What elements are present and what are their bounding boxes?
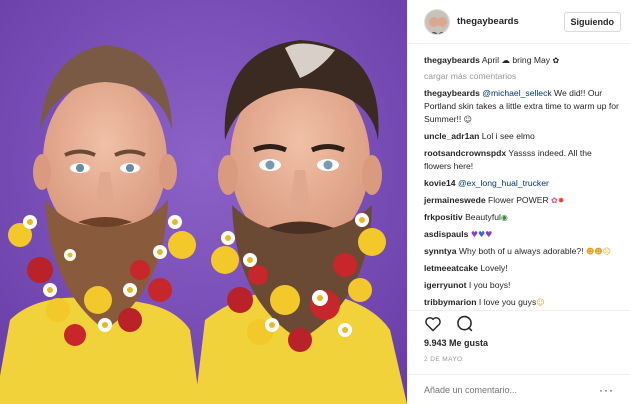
- comment-username[interactable]: tribbymarion: [424, 297, 477, 307]
- comment-username[interactable]: thegaybeards: [424, 88, 480, 98]
- post-header: thegaybeards Siguiendo: [408, 0, 630, 44]
- crying-face-icon: ☹: [602, 247, 611, 256]
- heart-icon[interactable]: [424, 316, 442, 334]
- comment-item: letmeeatcake Lovely!: [424, 262, 620, 275]
- comment-item: asdispauls ♥♥♥: [424, 228, 620, 241]
- comment-username[interactable]: jermaineswede: [424, 195, 486, 205]
- comment-text: Beautyful: [465, 212, 501, 222]
- comment-item: tribbymarion I love you guys☺: [424, 296, 620, 309]
- likes-count[interactable]: 9.943 Me gusta: [408, 338, 630, 352]
- comment-item: frkpositiv Beautyful◉: [424, 211, 620, 224]
- comment-username[interactable]: igerryunot: [424, 280, 467, 290]
- post-username[interactable]: thegaybeards: [457, 16, 564, 27]
- comment-item: uncle_adr1an Lol i see elmo: [424, 130, 620, 143]
- post-date[interactable]: 2 DE MAYO: [408, 352, 630, 372]
- comment-username[interactable]: frkpositiv: [424, 212, 463, 222]
- comment-text: I love you guys: [478, 297, 537, 307]
- caption-username[interactable]: thegaybeards: [424, 55, 480, 65]
- comment-item: igerryunot I you boys!: [424, 279, 620, 292]
- comment-item: thegaybeards @michael_selleck We did!! O…: [424, 87, 620, 126]
- instagram-post: thegaybeards Siguiendo thegaybeards Apri…: [0, 0, 630, 404]
- comments-list: thegaybeards April ☁ bring May ✿ cargar …: [408, 44, 630, 310]
- comment-text: Lol i see elmo: [481, 131, 535, 141]
- comment-item: jermaineswede Flower POWER ✿✸: [424, 194, 620, 207]
- post-photo[interactable]: [0, 0, 407, 404]
- blossom-icon: ✿: [551, 196, 558, 205]
- comment-username[interactable]: synntya: [424, 246, 456, 256]
- comment-text: Why both of u always adorable?!: [458, 246, 584, 256]
- purple-heart-icon: ♥: [470, 230, 478, 239]
- purple-heart-icon: ♥: [485, 230, 493, 239]
- comment-text: I you boys!: [468, 280, 511, 290]
- post-actions: [408, 310, 630, 338]
- comment-username[interactable]: letmeeatcake: [424, 263, 478, 273]
- comment-item: kovie14 @ex_long_hual_trucker: [424, 177, 620, 190]
- comment-item: rootsandcrownspdx Yassss indeed. All the…: [424, 147, 620, 173]
- following-button[interactable]: Siguiendo: [563, 11, 621, 32]
- post-sidebar: thegaybeards Siguiendo thegaybeards Apri…: [407, 0, 630, 404]
- photo-illustration: [0, 0, 407, 404]
- hugging-face-icon: ☺: [536, 298, 545, 307]
- collision-icon: ✸: [557, 196, 565, 205]
- flower-icon: ✿: [552, 56, 560, 65]
- caption: thegaybeards April ☁ bring May ✿: [424, 54, 620, 67]
- comment-item: synntya Why both of u always adorable?! …: [424, 245, 620, 258]
- more-options-icon[interactable]: ···: [599, 383, 614, 397]
- comment-mention[interactable]: @ex_long_hual_trucker: [458, 178, 549, 188]
- grin-icon: ☺: [463, 115, 472, 124]
- comment-mention[interactable]: @michael_selleck: [482, 88, 551, 98]
- comment-username[interactable]: uncle_adr1an: [424, 131, 479, 141]
- smiling-face-icon: ☻: [594, 247, 603, 256]
- avatar[interactable]: [424, 8, 450, 35]
- comment-icon[interactable]: [456, 315, 473, 334]
- turtle-icon: ◉: [500, 213, 508, 222]
- comment-username[interactable]: kovie14: [424, 178, 456, 188]
- add-comment-bar: ···: [408, 374, 630, 404]
- comment-text: Flower POWER: [488, 195, 552, 205]
- add-comment-input[interactable]: [424, 384, 599, 395]
- comment-username[interactable]: asdispauls: [424, 229, 468, 239]
- comment-username[interactable]: rootsandcrownspdx: [424, 148, 506, 158]
- comment-text: Lovely!: [480, 263, 508, 273]
- caption-text: April ☁ bring May: [481, 55, 553, 65]
- load-more-comments-link[interactable]: cargar más comentarios: [424, 71, 620, 81]
